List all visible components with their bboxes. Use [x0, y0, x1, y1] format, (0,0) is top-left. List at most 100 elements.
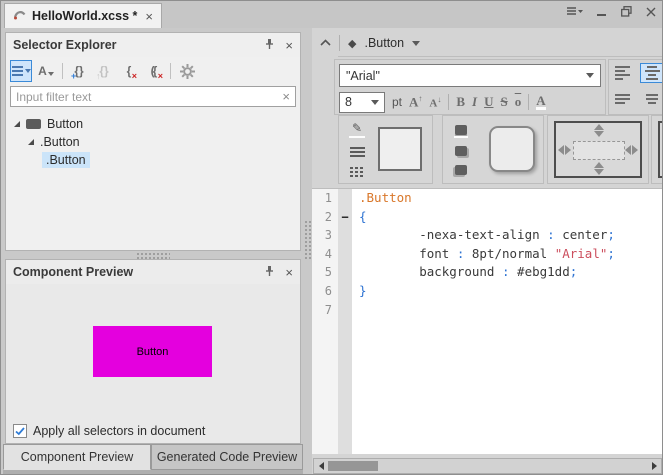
code-line[interactable]: {	[359, 208, 663, 227]
editor-code-lines[interactable]: .Button{ -nexa-text-align : center; font…	[352, 189, 663, 454]
unit-label: pt	[392, 95, 402, 109]
overline-button[interactable]: o	[515, 94, 522, 110]
restore-icon[interactable]	[621, 6, 632, 17]
horizontal-scrollbar[interactable]	[313, 458, 662, 474]
clear-filter-icon[interactable]: ×	[282, 89, 290, 104]
preview-button[interactable]: Button	[93, 326, 212, 377]
line-number: 3	[312, 226, 332, 245]
preview-button-label: Button	[137, 346, 169, 358]
solid-lines-icon[interactable]	[350, 145, 365, 159]
expander-icon[interactable]	[28, 139, 34, 145]
code-line[interactable]	[359, 301, 663, 320]
font-family-combo[interactable]: "Arial"	[339, 64, 601, 87]
code-line[interactable]: background : #ebg1dd;	[359, 263, 663, 282]
header-divider	[338, 56, 663, 57]
tab-component-preview[interactable]: Component Preview	[3, 444, 151, 470]
tree-item-button[interactable]: Button	[6, 115, 300, 133]
line-number: 5	[312, 263, 332, 282]
move-selector-up-button[interactable]: {} ↑	[93, 60, 115, 82]
tab-generated-code-preview[interactable]: Generated Code Preview	[151, 444, 303, 470]
scroll-left-icon[interactable]	[314, 462, 328, 470]
sort-alphabetical-button[interactable]: A	[35, 60, 57, 82]
apply-selectors-checkbox[interactable]	[13, 424, 27, 438]
align-left-button[interactable]	[612, 63, 636, 83]
fold-collapse-icon[interactable]: −	[338, 208, 352, 227]
tab-helloworld-xcss[interactable]: HelloWorld.xcss * ×	[4, 3, 162, 28]
font-size-value: 8	[345, 95, 371, 109]
horizontal-splitter[interactable]	[3, 251, 303, 259]
font-family-value: "Arial"	[346, 69, 586, 83]
top-anchor-arrows[interactable]	[594, 124, 604, 137]
splitter-grip[interactable]	[136, 252, 170, 259]
code-line[interactable]: }	[359, 282, 663, 301]
font-color-button[interactable]: A	[536, 94, 545, 110]
fold-margin-cell	[338, 245, 352, 264]
scrollbar-thumb[interactable]	[328, 461, 378, 471]
delete-unused-selectors-button[interactable]: ({ ×	[143, 60, 165, 82]
panel-close-icon[interactable]: ×	[285, 265, 293, 280]
code-line[interactable]: font : 8pt/normal "Arial";	[359, 245, 663, 264]
selector-dropdown-icon[interactable]	[412, 41, 420, 46]
underline-button[interactable]: U	[484, 94, 493, 110]
shadow-style-icon-3[interactable]	[455, 165, 467, 175]
toolbar-separator	[170, 63, 171, 79]
align-bottom-button[interactable]	[612, 89, 636, 109]
clipped-style-group[interactable]	[651, 115, 663, 184]
border-preview-rect[interactable]	[378, 127, 422, 171]
margin-anchor-group[interactable]	[547, 115, 649, 184]
expander-icon[interactable]	[14, 121, 20, 127]
tab-close-icon[interactable]: ×	[143, 9, 153, 24]
border-style-group[interactable]: ✎	[338, 115, 433, 184]
strikethrough-button[interactable]: S	[500, 94, 507, 110]
italic-button[interactable]: I	[472, 94, 477, 110]
font-size-combo[interactable]: 8	[339, 92, 385, 113]
scroll-right-icon[interactable]	[647, 462, 661, 470]
line-number: 6	[312, 282, 332, 301]
dashed-lines-icon[interactable]	[350, 165, 365, 179]
decrease-font-button[interactable]: A↓	[429, 95, 441, 110]
filter-input[interactable]	[16, 90, 282, 104]
bottom-anchor-arrows[interactable]	[594, 162, 604, 175]
code-line[interactable]: .Button	[359, 189, 663, 208]
panel-close-icon[interactable]: ×	[285, 38, 293, 53]
tab-title: HelloWorld.xcss *	[32, 9, 137, 23]
settings-gear-icon[interactable]	[176, 60, 198, 82]
fold-margin-cell	[338, 282, 352, 301]
content-dashed-rect[interactable]	[573, 141, 625, 160]
component-icon	[26, 119, 41, 129]
add-selector-button[interactable]: {} +	[68, 60, 90, 82]
pin-icon[interactable]	[264, 265, 275, 280]
delete-selector-button[interactable]: { ×	[118, 60, 140, 82]
close-icon[interactable]	[646, 7, 656, 17]
minimize-icon[interactable]	[597, 7, 607, 17]
apply-selectors-row: Apply all selectors in document	[6, 419, 300, 443]
pin-icon[interactable]	[264, 38, 275, 53]
code-line[interactable]: -nexa-text-align : center;	[359, 226, 663, 245]
vertical-splitter[interactable]	[303, 28, 312, 474]
bold-button[interactable]: B	[456, 94, 465, 110]
rounded-preview-rect[interactable]	[489, 126, 535, 172]
tree-item-dot-button-selected[interactable]: .Button	[6, 151, 300, 169]
splitter-grip[interactable]	[304, 220, 311, 260]
shadow-style-icon-1[interactable]	[455, 125, 467, 135]
line-number: 7	[312, 301, 332, 320]
tree-item-label: .Button	[40, 135, 80, 149]
left-anchor-arrows[interactable]	[558, 145, 571, 155]
background-style-group[interactable]	[442, 115, 544, 184]
combo-dropdown-icon[interactable]	[586, 73, 594, 78]
sort-document-order-button[interactable]	[10, 60, 32, 82]
right-anchor-arrows[interactable]	[625, 145, 638, 155]
window-list-icon[interactable]	[567, 7, 583, 17]
selector-explorer-panel: Selector Explorer × A {} +	[5, 32, 301, 251]
anchor-editor-box[interactable]	[554, 121, 642, 178]
align-middle-button[interactable]	[640, 89, 663, 109]
collapse-chevron-icon[interactable]	[320, 36, 331, 50]
tree-item-dot-button[interactable]: .Button	[6, 133, 300, 151]
header-separator	[339, 35, 340, 51]
align-center-button[interactable]	[640, 63, 663, 83]
xcss-code-editor[interactable]: 1234567 − .Button{ -nexa-text-align : ce…	[312, 188, 663, 454]
toolbar-separator	[448, 94, 449, 110]
combo-dropdown-icon[interactable]	[371, 100, 379, 105]
shadow-style-icon-2[interactable]	[455, 146, 467, 156]
increase-font-button[interactable]: A↑	[409, 94, 422, 110]
